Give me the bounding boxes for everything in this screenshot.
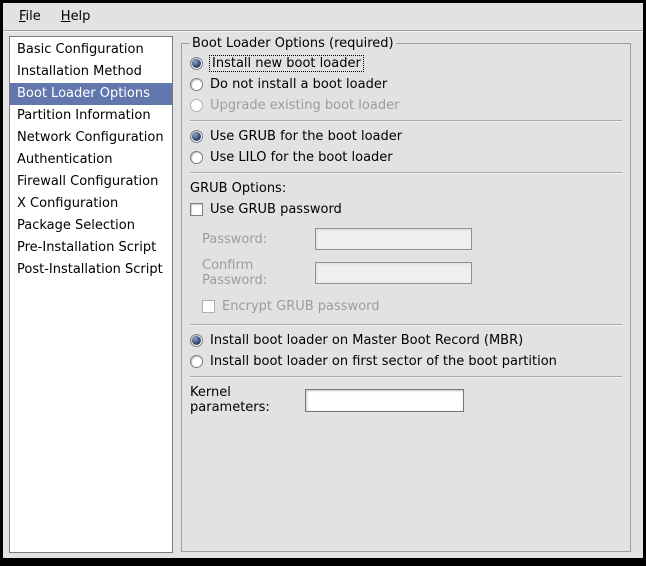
separator (190, 376, 622, 378)
radio-row-use-lilo[interactable]: Use LILO for the boot loader (190, 147, 622, 168)
radio-icon[interactable] (190, 130, 203, 143)
confirm-password-input (315, 262, 472, 284)
radio-icon[interactable] (190, 355, 203, 368)
kernel-parameters-row: Kernel parameters: (190, 385, 622, 415)
radio-row-use-grub[interactable]: Use GRUB for the boot loader (190, 126, 622, 147)
radio-row-install-new-boot-loader[interactable]: Install new boot loader (190, 53, 622, 74)
confirm-password-field-row: Confirm Password: (202, 258, 622, 288)
checkbox-icon (202, 300, 215, 313)
sidebar-item-package-selection[interactable]: Package Selection (10, 215, 172, 237)
separator (190, 120, 622, 122)
password-label: Password: (202, 232, 315, 247)
radio-icon[interactable] (190, 78, 203, 91)
grub-options-label: GRUB Options: (190, 178, 622, 199)
password-input (315, 228, 472, 250)
sidebar-item-installation-method[interactable]: Installation Method (10, 61, 172, 83)
radio-icon (190, 99, 203, 112)
radio-label: Use GRUB for the boot loader (210, 129, 402, 144)
radio-label: Install new boot loader (210, 56, 363, 71)
sidebar-item-pre-installation-script[interactable]: Pre-Installation Script (10, 237, 172, 259)
sidebar-item-authentication[interactable]: Authentication (10, 149, 172, 171)
checkbox-label: Use GRUB password (210, 202, 342, 217)
sidebar-nav: Basic Configuration Installation Method … (9, 36, 173, 553)
boot-loader-options-frame: Boot Loader Options (required) Install n… (181, 36, 631, 552)
radio-row-install-on-first-sector[interactable]: Install boot loader on first sector of t… (190, 351, 622, 372)
radio-label: Upgrade existing boot loader (210, 98, 399, 113)
confirm-password-label: Confirm Password: (202, 258, 315, 288)
radio-label: Use LILO for the boot loader (210, 150, 393, 165)
separator (190, 172, 622, 174)
sidebar-item-firewall-configuration[interactable]: Firewall Configuration (10, 171, 172, 193)
sidebar-item-network-configuration[interactable]: Network Configuration (10, 127, 172, 149)
sidebar-item-partition-information[interactable]: Partition Information (10, 105, 172, 127)
menu-bar: File Help (3, 3, 643, 31)
sidebar-item-x-configuration[interactable]: X Configuration (10, 193, 172, 215)
radio-label: Install boot loader on first sector of t… (210, 354, 557, 369)
sidebar-item-post-installation-script[interactable]: Post-Installation Script (10, 259, 172, 281)
window-content: File Help Basic Configuration Installati… (3, 3, 643, 558)
menu-help[interactable]: Help (51, 6, 101, 27)
radio-row-upgrade-existing: Upgrade existing boot loader (190, 95, 622, 116)
separator (190, 324, 622, 326)
menu-file[interactable]: File (9, 6, 51, 27)
radio-label: Install boot loader on Master Boot Recor… (210, 333, 523, 348)
radio-icon[interactable] (190, 334, 203, 347)
checkbox-row-encrypt-grub-password: Encrypt GRUB password (202, 296, 622, 317)
radio-label: Do not install a boot loader (210, 77, 387, 92)
sidebar-item-boot-loader-options[interactable]: Boot Loader Options (10, 83, 172, 105)
radio-icon[interactable] (190, 151, 203, 164)
main-panel: Boot Loader Options (required) Install n… (181, 36, 631, 552)
radio-row-install-on-mbr[interactable]: Install boot loader on Master Boot Recor… (190, 330, 622, 351)
radio-row-do-not-install[interactable]: Do not install a boot loader (190, 74, 622, 95)
password-field-row: Password: (202, 228, 622, 250)
radio-icon[interactable] (190, 57, 203, 70)
kernel-parameters-label: Kernel parameters: (190, 385, 305, 415)
checkbox-label: Encrypt GRUB password (222, 299, 380, 314)
checkbox-row-use-grub-password[interactable]: Use GRUB password (190, 199, 622, 220)
checkbox-icon[interactable] (190, 203, 203, 216)
kernel-parameters-input[interactable] (305, 389, 464, 412)
app-window: File Help Basic Configuration Installati… (0, 0, 646, 566)
sidebar-item-basic-configuration[interactable]: Basic Configuration (10, 39, 172, 61)
frame-title: Boot Loader Options (required) (190, 36, 396, 51)
